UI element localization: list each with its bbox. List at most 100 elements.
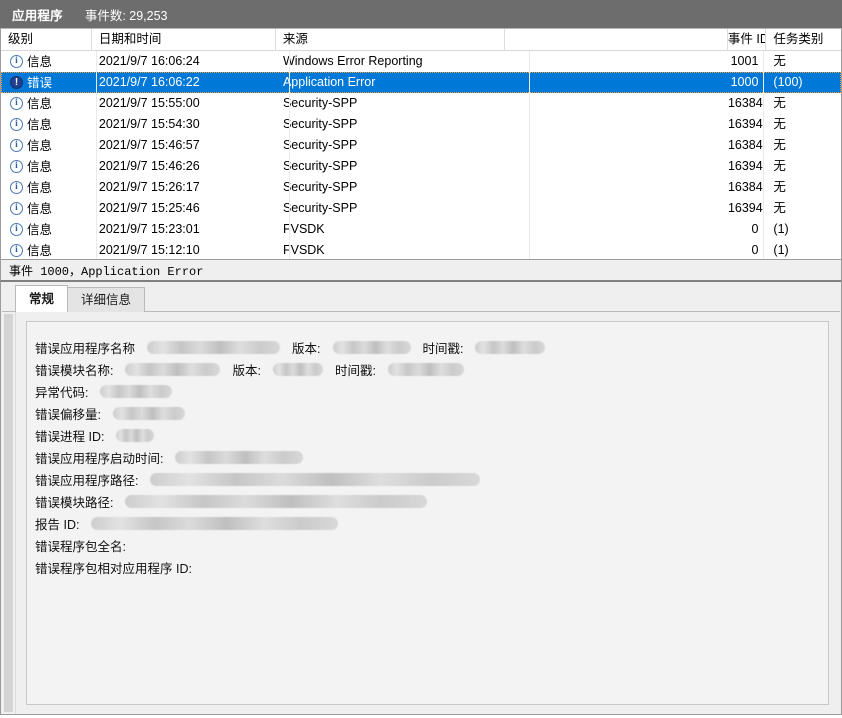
table-row[interactable]: i 信息 2021/9/7 15:54:30 Security-SPP 16394 无 — [1, 114, 841, 135]
level-label: 信息 — [27, 117, 53, 132]
cell-level: i 信息 — [1, 219, 92, 240]
cell-event-id: 16384 — [727, 180, 763, 194]
detail-field-label: 异常代码: — [35, 385, 89, 400]
cell-level: i 信息 — [1, 156, 92, 177]
tab-details[interactable]: 详细信息 — [67, 287, 146, 312]
column-header-spacer[interactable] — [505, 29, 728, 51]
redacted-value — [112, 406, 185, 420]
cell-task-category: 无 — [773, 138, 786, 152]
cell-spacer — [505, 198, 728, 219]
info-icon: i — [10, 223, 23, 236]
event-list-view[interactable]: 级别 日期和时间 来源 事件 ID 任务类别 i 信息 2021/9/7 16:06… — [0, 28, 842, 260]
detail-scrollbar-thumb[interactable] — [4, 314, 13, 712]
cell-date: 2021/9/7 15:26:17 — [98, 180, 200, 194]
detail-field-label: 错误进程 ID: — [35, 429, 105, 444]
detail-line: 错误应用程序启动时间: — [35, 446, 828, 468]
cell-task-category: 无 — [773, 180, 786, 194]
cell-source: Security-SPP — [282, 138, 358, 152]
cell-task-category: (1) — [773, 243, 789, 257]
detail-field-label: 错误程序包全名: — [35, 539, 126, 554]
table-row[interactable]: i 信息 2021/9/7 15:26:17 Security-SPP 16384 无 — [1, 177, 841, 198]
cell-event-id: 16394 — [727, 201, 763, 215]
level-label: 错误 — [27, 75, 53, 90]
detail-line: 错误应用程序名称 版本: 时间戳: — [35, 336, 828, 358]
cell-event-id: 16384 — [727, 138, 763, 152]
general-tab-content: 错误应用程序名称 版本: 时间戳: 错误模块名称: 版本: 时间戳: 异常代码: 错误偏移量:… — [26, 321, 829, 705]
detail-line: 错误偏移量: — [35, 402, 828, 424]
detail-line: 错误应用程序路径: — [35, 468, 828, 490]
table-row[interactable]: i 信息 2021/9/7 15:23:01 FVSDK 0 (1) — [1, 219, 841, 240]
table-row[interactable]: i 信息 2021/9/7 15:25:46 Security-SPP 16394 无 — [1, 198, 841, 219]
cell-level: i 信息 — [1, 135, 92, 156]
event-rows[interactable]: i 信息 2021/9/7 16:06:24 Windows Error Report… — [1, 51, 841, 259]
cell-level: i 信息 — [1, 177, 92, 198]
cell-spacer — [505, 72, 728, 93]
cell-task-category: 无 — [773, 201, 786, 215]
detail-field-label: 报告 ID: — [35, 517, 80, 532]
detail-line: 错误程序包全名: — [35, 534, 828, 556]
info-icon: i — [10, 118, 23, 131]
detail-line: 错误模块路径: — [35, 490, 828, 512]
column-header-event-id[interactable]: 事件 ID — [728, 29, 767, 51]
detail-field-label: 错误应用程序路径: — [35, 473, 139, 488]
info-icon: i — [10, 160, 23, 173]
cell-source: Application Error — [282, 75, 376, 89]
level-label: 信息 — [27, 159, 53, 174]
detail-line: 报告 ID: — [35, 512, 828, 534]
cell-date: 2021/9/7 15:23:01 — [98, 222, 200, 236]
column-header-date[interactable]: 日期和时间 — [92, 29, 276, 51]
redacted-value — [125, 362, 221, 376]
cell-spacer — [505, 51, 728, 72]
table-row[interactable]: i 信息 2021/9/7 15:46:57 Security-SPP 16384 无 — [1, 135, 841, 156]
log-name-label: 应用程序 — [12, 8, 63, 23]
log-group-header: 应用程序 事件数: 29,253 — [0, 0, 842, 28]
detail-tabstrip[interactable]: 常规 详细信息 — [0, 282, 842, 312]
detail-body: 错误应用程序名称 版本: 时间戳: 错误模块名称: 版本: 时间戳: 异常代码: 错误偏移量:… — [0, 312, 842, 715]
cell-source: FVSDK — [282, 222, 325, 236]
table-row[interactable]: i 信息 2021/9/7 16:06:24 Windows Error Report… — [1, 51, 841, 72]
cell-task-category: 无 — [773, 96, 786, 110]
column-header-level[interactable]: 级别 — [1, 29, 92, 51]
detail-field-label: 版本: — [292, 341, 321, 356]
info-icon: i — [10, 244, 23, 257]
level-label: 信息 — [27, 138, 53, 153]
detail-field-label: 错误应用程序名称 — [35, 341, 136, 356]
column-header-row: 级别 日期和时间 来源 事件 ID 任务类别 — [1, 29, 841, 51]
cell-source: Windows Error Reporting — [282, 54, 423, 68]
cell-date: 2021/9/7 15:46:57 — [98, 138, 200, 152]
column-header-task[interactable]: 任务类别 — [766, 29, 841, 51]
table-row[interactable]: i 信息 2021/9/7 15:55:00 Security-SPP 16384 无 — [1, 93, 841, 114]
cell-spacer — [505, 240, 728, 259]
cell-spacer — [505, 114, 728, 135]
column-header-source[interactable]: 来源 — [276, 29, 505, 51]
cell-task-category: (100) — [773, 75, 803, 89]
cell-spacer — [505, 156, 728, 177]
table-row[interactable]: ! 错误 2021/9/7 16:06:22 Application Error 100… — [1, 72, 841, 93]
event-count-value: 29,253 — [129, 8, 168, 23]
cell-spacer — [505, 177, 728, 198]
event-count-caption: 事件数: — [84, 8, 126, 23]
redacted-value — [147, 340, 281, 354]
redacted-value — [116, 428, 155, 442]
level-label: 信息 — [27, 201, 53, 216]
cell-event-id: 0 — [751, 243, 759, 257]
event-detail-pane: 事件 1000，Application Error 常规 详细信息 错误应用程序名… — [0, 260, 842, 715]
cell-event-id: 16394 — [727, 117, 763, 131]
redacted-value — [100, 384, 173, 398]
error-icon: ! — [10, 76, 23, 89]
cell-level: i 信息 — [1, 51, 92, 72]
detail-scrollbar[interactable] — [2, 312, 16, 714]
cell-task-category: 无 — [773, 54, 786, 68]
table-row[interactable]: i 信息 2021/9/7 15:46:26 Security-SPP 16394 无 — [1, 156, 841, 177]
detail-field-label: 错误模块路径: — [35, 495, 114, 510]
table-row[interactable]: i 信息 2021/9/7 15:12:10 FVSDK 0 (1) — [1, 240, 841, 259]
tab-general[interactable]: 常规 — [15, 285, 69, 312]
redacted-value — [175, 450, 304, 464]
level-label: 信息 — [27, 96, 53, 111]
level-label: 信息 — [27, 243, 53, 258]
cell-date: 2021/9/7 15:25:46 — [98, 201, 200, 215]
redacted-value — [125, 494, 428, 508]
detail-field-label: 错误程序包相对应用程序 ID: — [35, 561, 192, 576]
cell-task-category: (1) — [773, 222, 789, 236]
redacted-value — [150, 472, 481, 486]
